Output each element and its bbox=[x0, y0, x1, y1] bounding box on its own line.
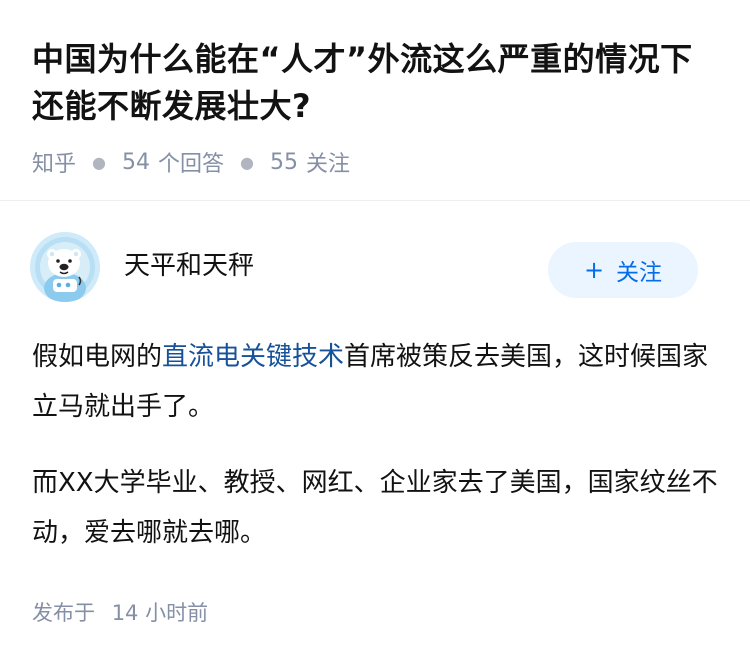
answer-time-prefix: 发布于 bbox=[32, 601, 95, 625]
answer-text: 假如电网的 bbox=[32, 342, 163, 372]
dot-separator-icon: ● bbox=[240, 152, 254, 172]
dot-separator-icon: ● bbox=[92, 152, 106, 172]
answer-count[interactable]: 54 bbox=[122, 150, 150, 175]
answer-time-value: 14 小时前 bbox=[111, 601, 209, 625]
section-divider bbox=[0, 200, 750, 201]
answer-time: 发布于 14 小时前 bbox=[32, 597, 208, 627]
answer-count-label[interactable]: 个回答 bbox=[158, 146, 224, 178]
follow-button-label: 关注 bbox=[616, 260, 663, 286]
answer-paragraph: 假如电网的直流电关键技术首席被策反去美国，这时候国家立马就出手了。 bbox=[32, 332, 718, 432]
answer-content: 假如电网的直流电关键技术首席被策反去美国，这时候国家立马就出手了。 而XX大学毕… bbox=[32, 332, 718, 584]
question-header: 中国为什么能在“人才”外流这么严重的情况下还能不断发展壮大? 知乎 ● 54 个… bbox=[0, 0, 750, 200]
answer-paragraph: 而XX大学毕业、教授、网红、企业家去了美国，国家纹丝不动，爱去哪就去哪。 bbox=[32, 458, 718, 558]
keyword-link[interactable]: 直流电关键技术 bbox=[162, 342, 344, 372]
polar-bear-astronaut-avatar-icon bbox=[30, 232, 100, 302]
follow-button[interactable]: + 关注 bbox=[548, 242, 698, 298]
author-avatar[interactable] bbox=[30, 232, 100, 302]
author-name[interactable]: 天平和天秤 bbox=[124, 249, 254, 283]
author-row: 天平和天秤 + 关注 bbox=[30, 232, 720, 304]
question-title[interactable]: 中国为什么能在“人才”外流这么严重的情况下还能不断发展壮大? bbox=[32, 36, 722, 130]
answer-text: 而XX大学毕业、教授、网红、企业家去了美国，国家纹丝不动，爱去哪就去哪。 bbox=[32, 468, 718, 548]
follower-count[interactable]: 55 bbox=[270, 150, 298, 175]
plus-icon: + bbox=[583, 256, 605, 284]
question-meta: 知乎 ● 54 个回答 ● 55 关注 bbox=[32, 145, 350, 179]
source-label[interactable]: 知乎 bbox=[32, 146, 76, 178]
follower-count-label[interactable]: 关注 bbox=[306, 146, 350, 178]
